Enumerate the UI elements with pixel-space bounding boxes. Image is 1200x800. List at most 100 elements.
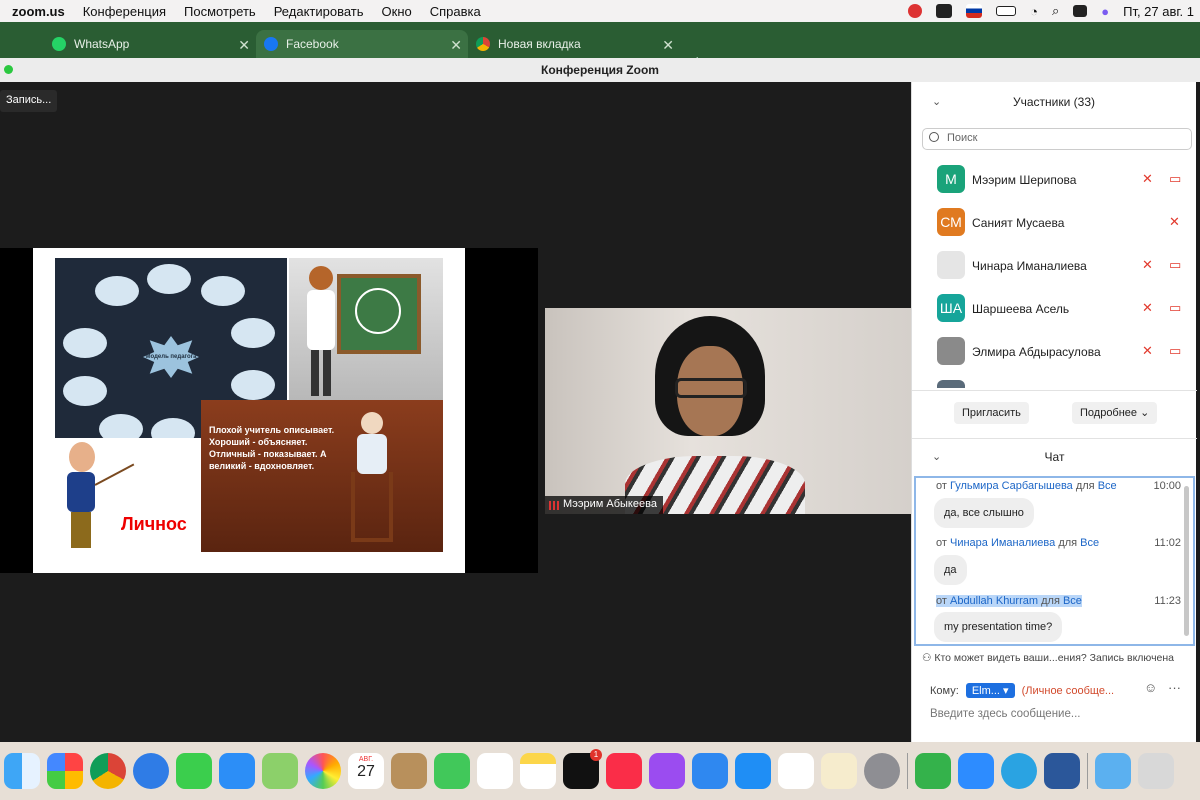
app-menu[interactable]: zoom.us (12, 4, 65, 19)
finder-icon[interactable] (4, 753, 40, 789)
recording-indicator[interactable]: Запись... (0, 90, 58, 112)
dock: АВГ. 27 1 (0, 742, 1200, 800)
photos-icon[interactable] (305, 753, 341, 789)
menu-edit[interactable]: Редактировать (274, 4, 364, 19)
more-options-icon[interactable]: ··· (1168, 680, 1181, 695)
mic-muted-icon[interactable]: ✕ (1142, 172, 1156, 186)
telegram-icon[interactable] (1001, 753, 1037, 789)
contacts-icon[interactable] (391, 753, 427, 789)
calendar-icon[interactable]: АВГ. 27 (348, 753, 384, 789)
chat-title: Чат (1044, 450, 1065, 464)
mindmap-bubble (63, 376, 107, 406)
app-store-icon[interactable] (735, 753, 771, 789)
messages-icon[interactable] (176, 753, 212, 789)
reminders-icon[interactable] (477, 753, 513, 789)
avatar: М (937, 165, 965, 193)
screen-icon[interactable] (936, 4, 953, 18)
close-icon[interactable]: ✕ (238, 37, 250, 54)
recipient-select[interactable]: Elm... ▾ (965, 683, 1015, 698)
podcasts-icon[interactable] (649, 753, 685, 789)
participants-search-input[interactable]: Поиск (922, 128, 1192, 150)
maps-alt-icon[interactable] (915, 753, 951, 789)
tab-facebook[interactable]: Facebook ✕ (256, 30, 468, 58)
chat-messages[interactable]: от Гульмира Сарбагышева для Все 10:00 да… (914, 476, 1195, 646)
downloads-folder-icon[interactable] (1095, 753, 1131, 789)
control-center-icon[interactable] (1073, 5, 1088, 17)
pages-icon[interactable] (821, 753, 857, 789)
clock[interactable]: Пт, 27 авг. 1 (1123, 4, 1194, 19)
keynote-icon[interactable] (692, 753, 728, 789)
search-icon[interactable]: ⌕ (1052, 3, 1059, 19)
participant-row[interactable]: ✕ ▭ (912, 375, 1197, 388)
music-icon[interactable] (606, 753, 642, 789)
close-icon[interactable]: ✕ (662, 37, 674, 54)
numbers-icon[interactable] (778, 753, 814, 789)
menu-view[interactable]: Посмотреть (184, 4, 256, 19)
private-message-label: (Личное сообще... (1021, 685, 1115, 697)
participant-row[interactable]: СМ Саният Мусаева ✕ (912, 203, 1197, 246)
apple-tv-icon[interactable]: 1 (563, 749, 602, 789)
chrome-icon (476, 37, 490, 51)
mail-icon[interactable] (219, 753, 255, 789)
video-off-icon[interactable]: ▭ (1169, 172, 1183, 186)
mic-muted-icon[interactable]: ✕ (1142, 344, 1156, 358)
window-close-button[interactable] (4, 65, 13, 74)
mic-muted-icon[interactable]: ✕ (1142, 301, 1156, 315)
participant-name-tag: Мээрим Абыкеева (545, 496, 663, 514)
chat-scrollbar[interactable] (1184, 486, 1189, 636)
participant-row[interactable]: Элмира Абдырасулова ✕ ▭ (912, 332, 1197, 375)
tab-new[interactable]: Новая вкладка ✕ (468, 30, 680, 58)
mindmap-bubble (95, 276, 139, 306)
chat-visibility-notice[interactable]: ⚇ Кто может видеть ваши...ения? Запись в… (922, 652, 1174, 664)
emoji-icon[interactable]: ☺ (1144, 680, 1157, 695)
word-icon[interactable] (1044, 753, 1080, 789)
chevron-down-icon[interactable]: ⌄ (932, 442, 941, 472)
participant-name: Мээрим Шерипова (972, 173, 1077, 187)
to-label: Кому: (930, 685, 959, 697)
system-preferences-icon[interactable] (864, 753, 900, 789)
menu-window[interactable]: Окно (382, 4, 412, 19)
flag-icon[interactable] (966, 4, 983, 18)
mic-muted-icon[interactable]: ✕ (1169, 215, 1183, 229)
tv-badge: 1 (590, 749, 602, 761)
slide-word: Личнос (121, 514, 187, 534)
notes-icon[interactable] (520, 753, 556, 789)
participant-video[interactable]: Мээрим Абыкеева (545, 308, 911, 514)
notification-icon[interactable] (908, 4, 923, 18)
glasses (675, 378, 747, 398)
menu-help[interactable]: Справка (430, 4, 481, 19)
participant-row[interactable]: ША Шаршеева Асель ✕ ▭ (912, 289, 1197, 332)
mindmap-bubble (231, 370, 275, 400)
message-header: от Чинара Иманалиева для Все (936, 537, 1100, 549)
menu-conference[interactable]: Конференция (83, 4, 166, 19)
window-titlebar: Конференция Zoom (0, 58, 1200, 82)
siri-icon[interactable]: ● (1101, 4, 1109, 19)
chat-input[interactable]: Введите здесь сообщение... (930, 708, 1080, 720)
mic-muted-icon[interactable]: ✕ (1142, 387, 1156, 389)
side-panel: ⌄ Участники (33) Поиск М Мээрим Шерипова… (911, 82, 1197, 742)
video-off-icon[interactable]: ▭ (1169, 387, 1183, 389)
launchpad-icon[interactable] (47, 753, 83, 789)
maps-icon[interactable] (262, 753, 298, 789)
chrome-icon[interactable] (90, 753, 126, 789)
video-off-icon[interactable]: ▭ (1169, 301, 1183, 315)
message-bubble: да, все слышно (934, 498, 1034, 528)
wifi-icon[interactable]: ◔ (1030, 4, 1038, 19)
zoom-icon[interactable] (958, 753, 994, 789)
invite-button[interactable]: Пригласить (954, 402, 1029, 424)
participants-header: ⌄ Участники (33) (912, 82, 1196, 122)
quote-image: Плохой учитель описывает. Хороший - объя… (201, 400, 443, 552)
participant-row[interactable]: Чинара Иманалиева ✕ ▭ (912, 246, 1197, 289)
chevron-down-icon[interactable]: ⌄ (932, 82, 941, 122)
participant-row[interactable]: М Мээрим Шерипова ✕ ▭ (912, 160, 1197, 203)
safari-icon[interactable] (133, 753, 169, 789)
mic-muted-icon[interactable]: ✕ (1142, 258, 1156, 272)
battery-icon[interactable] (996, 6, 1017, 16)
close-icon[interactable]: ✕ (450, 37, 462, 54)
video-off-icon[interactable]: ▭ (1169, 344, 1183, 358)
facetime-icon[interactable] (434, 753, 470, 789)
video-off-icon[interactable]: ▭ (1169, 258, 1183, 272)
more-button[interactable]: Подробнее ⌄ (1072, 402, 1158, 424)
tab-whatsapp[interactable]: WhatsApp ✕ (44, 30, 256, 58)
trash-icon[interactable] (1138, 753, 1174, 789)
